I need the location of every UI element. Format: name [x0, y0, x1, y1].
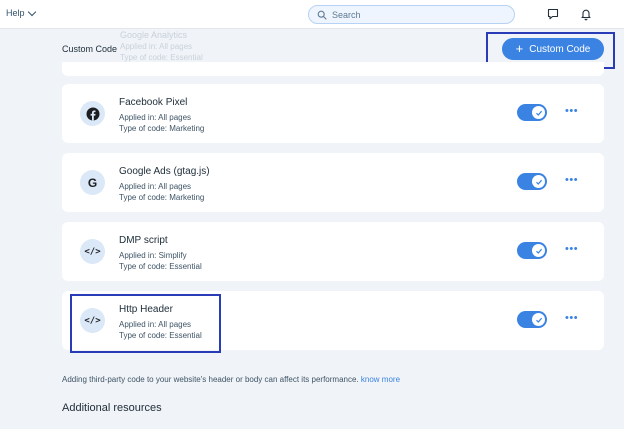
top-bar: Help	[0, 0, 624, 29]
snippet-card-dmp-script: </> DMP script Applied in: Simplify Type…	[62, 222, 604, 281]
check-icon	[535, 248, 542, 254]
bell-icon[interactable]	[579, 7, 593, 21]
snippet-type: Type of code: Marketing	[119, 124, 205, 133]
more-actions-icon[interactable]: •••	[565, 175, 578, 186]
snippet-card-partial	[62, 62, 604, 76]
additional-resources-title: Additional resources	[62, 402, 162, 414]
more-actions-icon[interactable]: •••	[565, 313, 578, 324]
help-menu[interactable]: Help	[6, 7, 36, 18]
snippet-icon-badge: G	[80, 170, 105, 195]
snippet-applied: Applied in: Simplify	[119, 251, 187, 260]
snippet-toggle[interactable]	[517, 173, 547, 190]
snippet-name: Facebook Pixel	[119, 97, 188, 108]
snippet-name: Google Ads (gtag.js)	[119, 166, 210, 177]
toggle-knob	[532, 175, 545, 188]
search-icon	[317, 10, 327, 20]
search-box[interactable]	[308, 5, 515, 24]
facebook-icon	[86, 107, 99, 120]
code-icon: </>	[84, 246, 101, 257]
search-input[interactable]	[332, 9, 492, 20]
snippet-toggle[interactable]	[517, 104, 547, 121]
toggle-knob	[532, 313, 545, 326]
help-label: Help	[6, 8, 25, 18]
toggle-knob	[532, 106, 545, 119]
snippet-applied: Applied in: All pages	[119, 113, 192, 122]
more-actions-icon[interactable]: •••	[565, 244, 578, 255]
check-icon	[535, 179, 542, 185]
check-icon	[535, 317, 542, 323]
performance-note: Adding third-party code to your website'…	[62, 375, 400, 384]
snippet-icon-badge: </>	[80, 239, 105, 264]
snippet-toggle[interactable]	[517, 311, 547, 328]
ghost-snippet-applied: Applied in: All pages	[120, 42, 193, 51]
highlight-box-http-header	[70, 294, 221, 353]
ghost-snippet-type: Type of code: Essential	[120, 53, 203, 62]
more-actions-icon[interactable]: •••	[565, 106, 578, 117]
know-more-link[interactable]: know more	[361, 375, 400, 384]
snippet-name: DMP script	[119, 235, 168, 246]
google-icon: G	[87, 175, 98, 190]
toggle-knob	[532, 244, 545, 257]
snippet-icon-badge	[80, 101, 105, 126]
snippet-type: Type of code: Essential	[119, 262, 202, 271]
section-title: Custom Code	[62, 44, 118, 54]
snippet-toggle[interactable]	[517, 242, 547, 259]
ghost-snippet-name: Google Analytics	[120, 30, 188, 40]
chevron-down-icon	[27, 7, 36, 16]
chat-icon[interactable]	[546, 7, 560, 21]
snippet-card-google-ads: G Google Ads (gtag.js) Applied in: All p…	[62, 153, 604, 212]
snippet-card-facebook-pixel: Facebook Pixel Applied in: All pages Typ…	[62, 84, 604, 143]
snippet-applied: Applied in: All pages	[119, 182, 192, 191]
performance-note-text: Adding third-party code to your website'…	[62, 375, 359, 384]
check-icon	[535, 110, 542, 116]
snippet-type: Type of code: Marketing	[119, 193, 205, 202]
